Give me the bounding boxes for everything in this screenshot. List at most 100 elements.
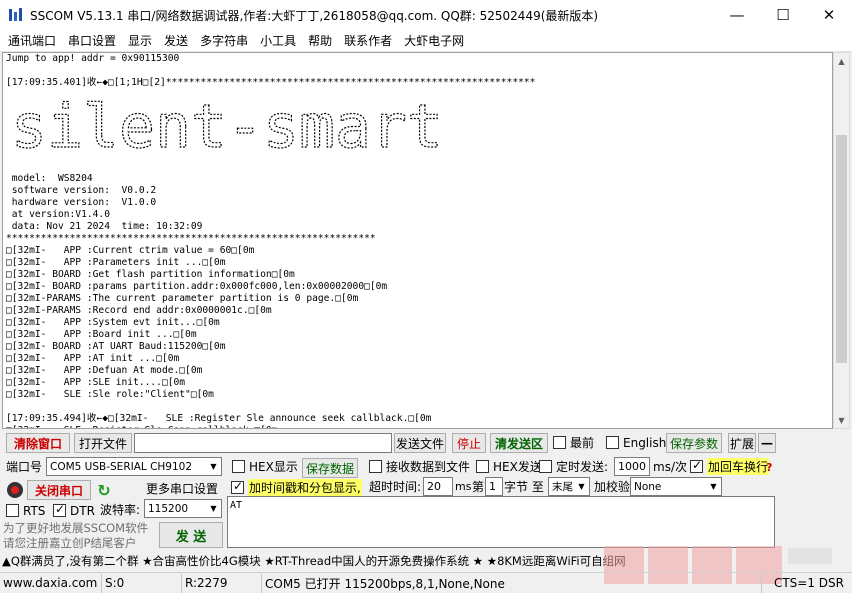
receive-area[interactable]: Jump to app! addr = 0x90115300 [17:09:35… [2, 52, 833, 429]
status-sent-count: S:0 [102, 573, 182, 593]
checkbox-icon [6, 504, 19, 517]
status-bar: www.daxia.com S:0 R:2279 COM5 已打开 115200… [0, 572, 852, 593]
maximize-button[interactable]: ☐ [760, 0, 806, 30]
chevron-down-icon: ▼ [578, 482, 585, 491]
port-state-icon [7, 482, 23, 498]
receive-line: software version: V0.0.2 [6, 185, 157, 196]
close-port-button[interactable]: 关闭串口 [27, 480, 91, 500]
hex-display-checkbox[interactable]: HEX显示 [232, 457, 298, 476]
chevron-down-icon: ▼ [710, 482, 717, 491]
timeout-label: 超时时间: [369, 480, 422, 494]
refresh-icon[interactable]: ↻ [95, 480, 113, 500]
menu-help[interactable]: 帮助 [304, 32, 336, 49]
menu-comm-port[interactable]: 通讯端口 [4, 32, 60, 49]
checkbox-icon [539, 460, 552, 473]
expand-button[interactable]: 扩展 [728, 433, 756, 453]
receive-line: [17:09:35.494]收←◆□[32mI- SLE :Register S… [6, 413, 432, 424]
topmost-label: 最前 [570, 436, 595, 450]
scroll-thumb[interactable] [836, 135, 847, 363]
menu-contact[interactable]: 联系作者 [340, 32, 396, 49]
status-recv-count: R:2279 [182, 573, 262, 593]
receive-line: □[32mI- APP :SLE init....□[0m [6, 377, 186, 388]
timeout-input[interactable]: 20 [423, 477, 453, 496]
receive-line: □[32mI-PARAMS :The current parameter par… [6, 293, 359, 304]
menu-bar: 通讯端口 串口设置 显示 发送 多字符串 小工具 帮助 联系作者 大虾电子网 [0, 30, 852, 52]
menu-send[interactable]: 发送 [160, 32, 192, 49]
receive-line: hardware version: V1.0.0 [6, 197, 157, 208]
promo-text-2: 请您注册嘉立创P结尾客户 [3, 535, 137, 550]
receive-line: ****************************************… [6, 233, 376, 244]
checkbox-icon [476, 460, 489, 473]
file-path-input[interactable] [134, 433, 392, 453]
hex-display-label: HEX显示 [249, 460, 298, 474]
checkbox-icon [606, 436, 619, 449]
receive-line: □[32mI- BOARD :params partition.addr:0x0… [6, 281, 388, 292]
checkbox-icon [553, 436, 566, 449]
byte-to-label: 字节 至 [504, 480, 544, 494]
save-params-button[interactable]: 保存参数 [666, 433, 722, 453]
recv-to-file-checkbox[interactable]: 接收数据到文件 [369, 457, 470, 476]
open-file-button[interactable]: 打开文件 [74, 433, 132, 453]
chevron-down-icon: ▼ [210, 462, 217, 471]
minimize-button[interactable]: — [714, 0, 760, 30]
timeout-unit: ms [455, 480, 472, 493]
clear-send-button[interactable]: 清发送区 [490, 433, 548, 453]
topmost-checkbox[interactable]: 最前 [553, 433, 594, 452]
save-data-button[interactable]: 保存数据 [302, 458, 358, 478]
receive-line: Jump to app! addr = 0x90115300 [6, 53, 180, 64]
menu-serial-settings[interactable]: 串口设置 [64, 32, 120, 49]
english-checkbox[interactable]: English [606, 433, 666, 452]
status-port-state: COM5 已打开 115200bps,8,1,None,None [262, 573, 762, 593]
receive-line: □[32mI- SLE :Register Sle Conn callblack… [6, 425, 832, 428]
dtr-checkbox[interactable]: DTR [53, 501, 95, 520]
checkbox-checked-icon [690, 458, 703, 473]
nth-input[interactable]: 1 [485, 477, 503, 496]
receive-scrollbar[interactable]: ▲ ▼ [833, 52, 850, 429]
baud-select[interactable]: 115200 ▼ [144, 499, 222, 518]
receive-line: □[32mI- APP :AT init ...□[0m [6, 353, 180, 364]
send-button[interactable]: 发 送 [159, 522, 223, 548]
status-site-link[interactable]: www.daxia.com [0, 573, 102, 593]
menu-daxia-site[interactable]: 大虾电子网 [400, 32, 468, 49]
dtr-label: DTR [70, 503, 95, 518]
checkbox-icon [369, 460, 382, 473]
menu-display[interactable]: 显示 [124, 32, 156, 49]
help-icon[interactable]: ? [766, 461, 776, 475]
timestamp-checkbox[interactable]: 加时间戳和分包显示, [231, 478, 362, 497]
port-value: COM5 USB-SERIAL CH9102 [50, 460, 193, 473]
end-select[interactable]: 末尾 ▼ [548, 477, 590, 496]
receive-line: □[32mI-PARAMS :Record end addr:0x0000001… [6, 305, 272, 316]
close-button[interactable]: ✕ [806, 0, 852, 30]
add-crlf-checkbox[interactable]: 加回车换行 [690, 457, 770, 476]
stop-button[interactable]: 停止 [452, 433, 486, 453]
receive-line: at version:V1.4.0 [6, 209, 110, 220]
timed-send-checkbox[interactable]: 定时发送: [539, 457, 608, 476]
send-file-button[interactable]: 发送文件 [394, 433, 446, 453]
receive-line: □[32mI- APP :System evt init...□[0m [6, 317, 220, 328]
clear-window-button[interactable]: 清除窗口 [6, 433, 70, 453]
send-text-area[interactable]: AT [227, 496, 775, 548]
chevron-down-icon: ▼ [210, 504, 217, 513]
scroll-up-icon[interactable]: ▲ [834, 53, 849, 69]
baud-value: 115200 [148, 502, 189, 515]
menu-tools[interactable]: 小工具 [256, 32, 300, 49]
rts-checkbox[interactable]: RTS [6, 501, 45, 520]
receive-line [6, 401, 832, 413]
port-select[interactable]: COM5 USB-SERIAL CH9102 ▼ [46, 457, 222, 476]
scroll-down-icon[interactable]: ▼ [834, 412, 849, 428]
promo-text-1: 为了更好地发展SSCOM软件 [3, 520, 149, 535]
recv-to-file-label: 接收数据到文件 [386, 460, 471, 474]
receive-line: □[32mI- BOARD :Get flash partition infor… [6, 269, 295, 280]
more-settings-link[interactable]: 更多串口设置 [146, 479, 218, 498]
receive-line: □[32mI- APP :Current ctrim value = 60□[0… [6, 245, 255, 256]
checkbox-icon [232, 460, 245, 473]
receive-line [6, 65, 832, 77]
ascii-banner: silent-smart [10, 99, 443, 159]
interval-input[interactable]: 1000 [614, 457, 650, 476]
svg-text:silent-smart: silent-smart [11, 99, 443, 159]
collapse-button[interactable]: — [758, 433, 776, 453]
checkbox-checked-icon [53, 502, 66, 517]
hex-send-checkbox[interactable]: HEX发送 [476, 457, 542, 476]
checksum-select[interactable]: None ▼ [630, 477, 722, 496]
menu-multi-string[interactable]: 多字符串 [196, 32, 252, 49]
